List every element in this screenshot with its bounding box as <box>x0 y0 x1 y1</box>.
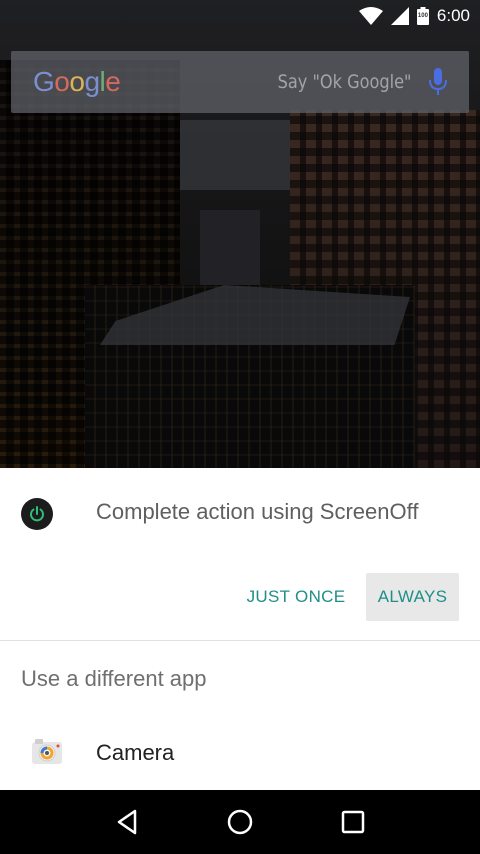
battery-level: 100 <box>417 13 428 19</box>
back-icon <box>117 809 136 835</box>
google-logo-letter: e <box>105 66 121 97</box>
cell-signal-icon <box>390 7 409 25</box>
recents-icon <box>342 810 365 834</box>
app-label: Camera <box>96 740 175 765</box>
google-logo-letter: o <box>69 66 85 97</box>
chooser-dialog: Complete action using ScreenOff JUST ONC… <box>0 468 480 790</box>
app-list-item-camera[interactable]: Camera <box>0 728 480 780</box>
recents-button[interactable] <box>333 802 373 842</box>
google-logo: Google <box>33 66 121 98</box>
back-button[interactable] <box>107 802 147 842</box>
power-icon <box>21 498 53 530</box>
camera-app-icon <box>32 739 62 767</box>
battery-icon: 100 <box>416 7 429 25</box>
navigation-bar <box>0 790 480 854</box>
use-different-app-header: Use a different app <box>21 666 207 691</box>
wifi-icon <box>358 7 383 25</box>
search-hint: Say "Ok Google" <box>277 71 411 93</box>
microphone-icon[interactable] <box>429 68 447 96</box>
google-logo-letter: o <box>54 66 70 97</box>
divider <box>0 640 480 641</box>
clock: 6:00 <box>436 6 470 25</box>
always-button[interactable]: ALWAYS <box>366 573 459 621</box>
home-icon <box>227 809 253 835</box>
status-bar: 100 6:00 <box>0 0 480 32</box>
google-search-bar[interactable]: Google Say "Ok Google" <box>11 51 469 113</box>
dialog-title: Complete action using ScreenOff <box>96 499 419 524</box>
google-logo-letter: G <box>33 66 55 97</box>
home-button[interactable] <box>220 802 260 842</box>
just-once-button[interactable]: JUST ONCE <box>236 573 356 621</box>
google-logo-letter: g <box>84 66 100 97</box>
